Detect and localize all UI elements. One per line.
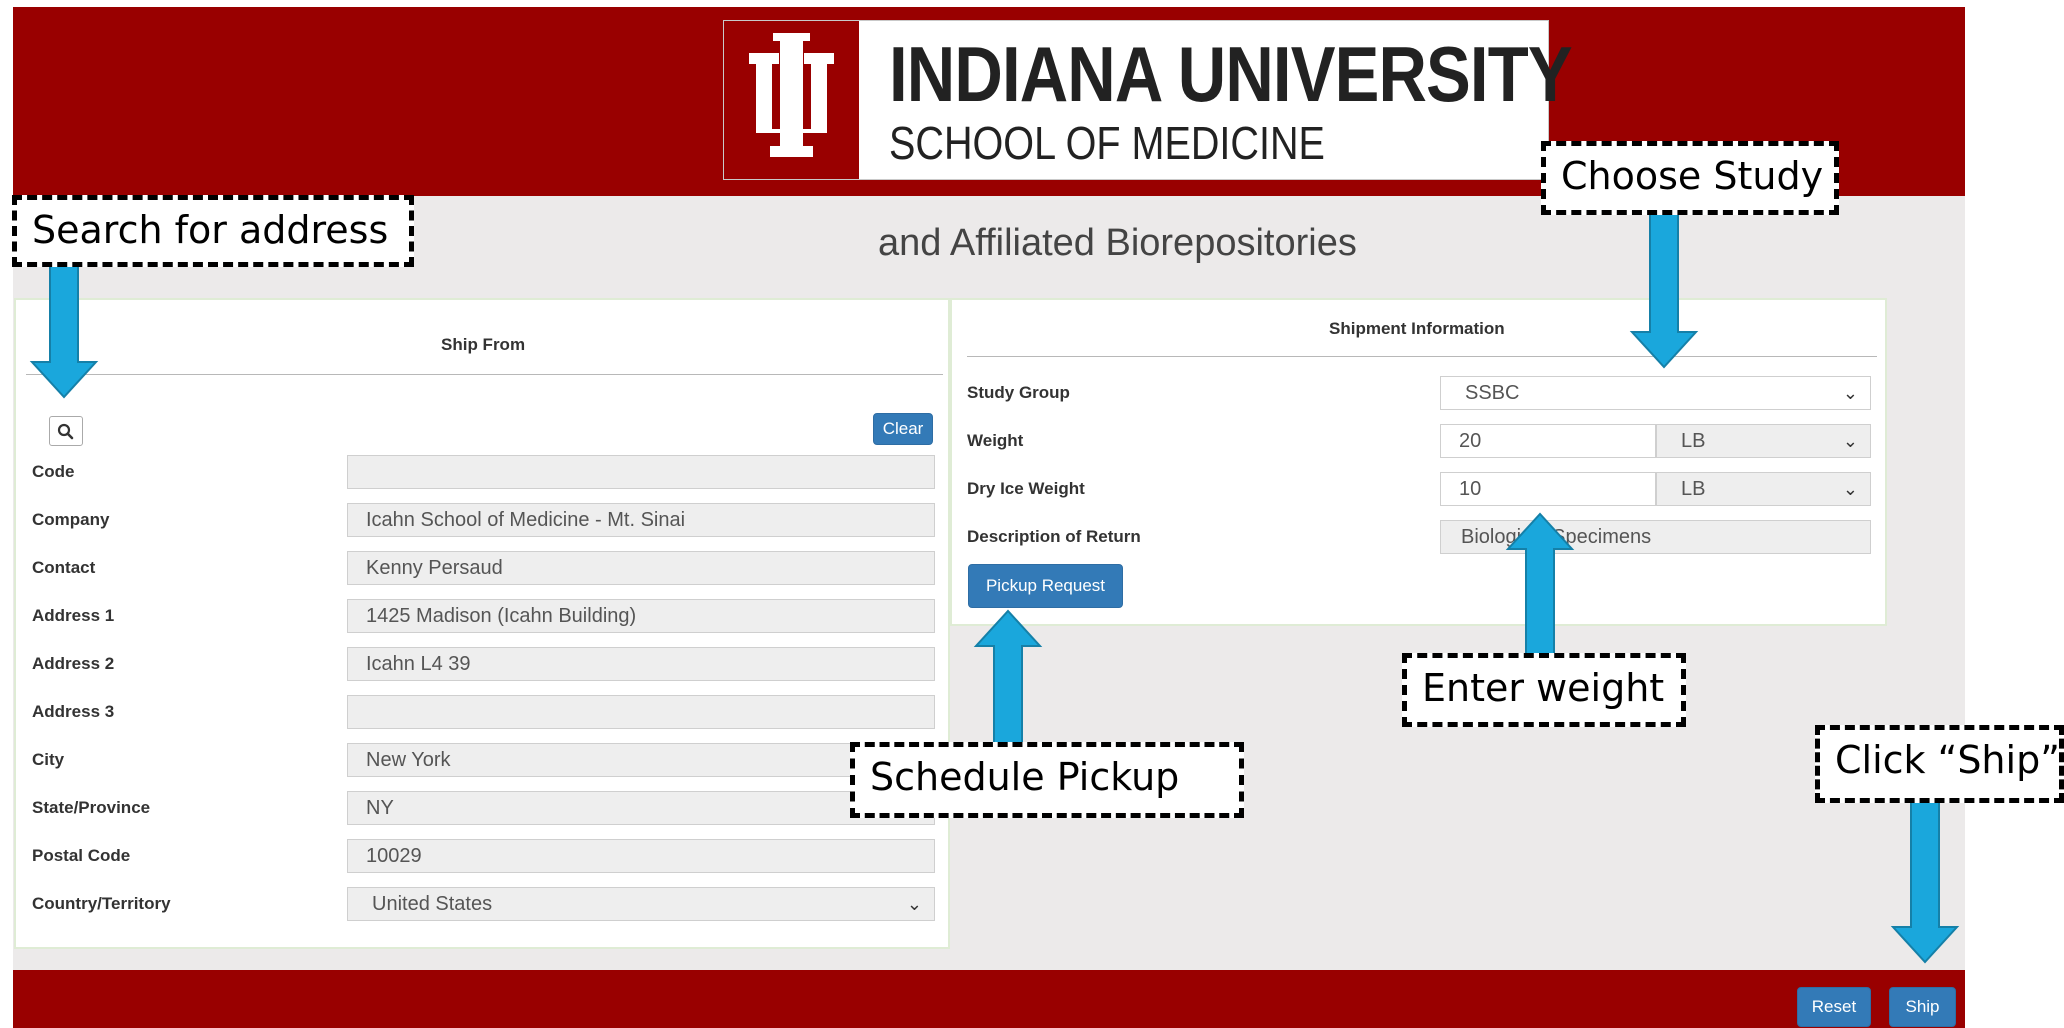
address2-label: Address 2 (32, 654, 115, 673)
chevron-down-icon: ⌄ (906, 894, 922, 914)
city-field[interactable]: New York (347, 743, 935, 777)
dry-ice-weight-label: Dry Ice Weight (967, 479, 1085, 498)
divider (967, 356, 1877, 357)
search-icon (57, 423, 74, 440)
dry-ice-weight-input[interactable]: 10 (1440, 472, 1656, 506)
address1-field[interactable]: 1425 Madison (Icahn Building) (347, 599, 935, 633)
postal-code-label: Postal Code (32, 846, 131, 865)
code-field[interactable] (347, 455, 935, 489)
page-subtitle: and Affiliated Biorepositories (878, 222, 1357, 264)
weight-unit-select[interactable]: LB ⌄ (1656, 424, 1871, 458)
chevron-down-icon: ⌄ (1842, 383, 1858, 403)
study-group-select[interactable]: SSBC ⌄ (1440, 376, 1871, 410)
ship-from-title: Ship From (441, 335, 526, 354)
address1-label: Address 1 (32, 606, 115, 625)
callout-choose-study: Choose Study (1541, 141, 1839, 215)
study-group-value: SSBC (1465, 382, 1520, 404)
arrow-up-pickup (973, 609, 1043, 746)
address2-field[interactable]: Icahn L4 39 (347, 647, 935, 681)
search-address-button[interactable] (49, 416, 83, 446)
contact-field[interactable]: Kenny Persaud (347, 551, 935, 585)
description-label: Description of Return (967, 527, 1141, 546)
logo-subtitle: SCHOOL OF MEDICINE (889, 117, 1325, 169)
reset-button[interactable]: Reset (1797, 987, 1871, 1027)
study-group-label: Study Group (967, 383, 1070, 402)
address3-label: Address 3 (32, 702, 115, 721)
divider (26, 374, 943, 375)
city-label: City (32, 750, 65, 769)
description-field[interactable]: Biological Specimens (1440, 520, 1871, 554)
ship-from-panel: Ship From Clear Code Company Icahn Schoo… (14, 298, 950, 949)
clear-button[interactable]: Clear (873, 413, 933, 445)
trident-logo-icon (724, 21, 859, 179)
weight-label: Weight (967, 431, 1024, 450)
arrow-down-search (29, 264, 99, 399)
country-label: Country/Territory (32, 894, 171, 913)
chevron-down-icon: ⌄ (1842, 431, 1858, 451)
ship-button[interactable]: Ship (1889, 987, 1956, 1027)
address3-field[interactable] (347, 695, 935, 729)
state-field[interactable]: NY (347, 791, 935, 825)
arrow-down-ship (1890, 799, 1960, 964)
dry-ice-unit-value: LB (1681, 478, 1706, 500)
weight-input[interactable]: 20 (1440, 424, 1656, 458)
university-logo: INDIANA UNIVERSITY SCHOOL OF MEDICINE (723, 20, 1573, 180)
callout-search-for-address: Search for address (12, 195, 414, 267)
state-label: State/Province (32, 798, 151, 817)
logo-title: INDIANA UNIVERSITY (889, 30, 1573, 118)
contact-label: Contact (32, 558, 96, 577)
arrow-up-weight (1505, 512, 1575, 656)
callout-click-ship: Click “Ship” (1815, 725, 2064, 803)
chevron-down-icon: ⌄ (1842, 479, 1858, 499)
country-value: United States (372, 893, 493, 915)
weight-unit-value: LB (1681, 430, 1706, 452)
code-label: Code (32, 462, 75, 481)
shipment-info-panel: Shipment Information Study Group SSBC ⌄ … (950, 298, 1887, 626)
company-field[interactable]: Icahn School of Medicine - Mt. Sinai (347, 503, 935, 537)
country-select[interactable]: United States ⌄ (347, 887, 935, 921)
footer-bar: Reset Ship (13, 970, 1965, 1028)
shipment-info-title: Shipment Information (1329, 319, 1505, 338)
arrow-down-study (1629, 211, 1699, 369)
dry-ice-unit-select[interactable]: LB ⌄ (1656, 472, 1871, 506)
company-label: Company (32, 510, 110, 529)
postal-code-field[interactable]: 10029 (347, 839, 935, 873)
pickup-request-button[interactable]: Pickup Request (968, 564, 1123, 608)
callout-schedule-pickup: Schedule Pickup (850, 742, 1244, 818)
callout-enter-weight: Enter weight (1402, 653, 1686, 727)
